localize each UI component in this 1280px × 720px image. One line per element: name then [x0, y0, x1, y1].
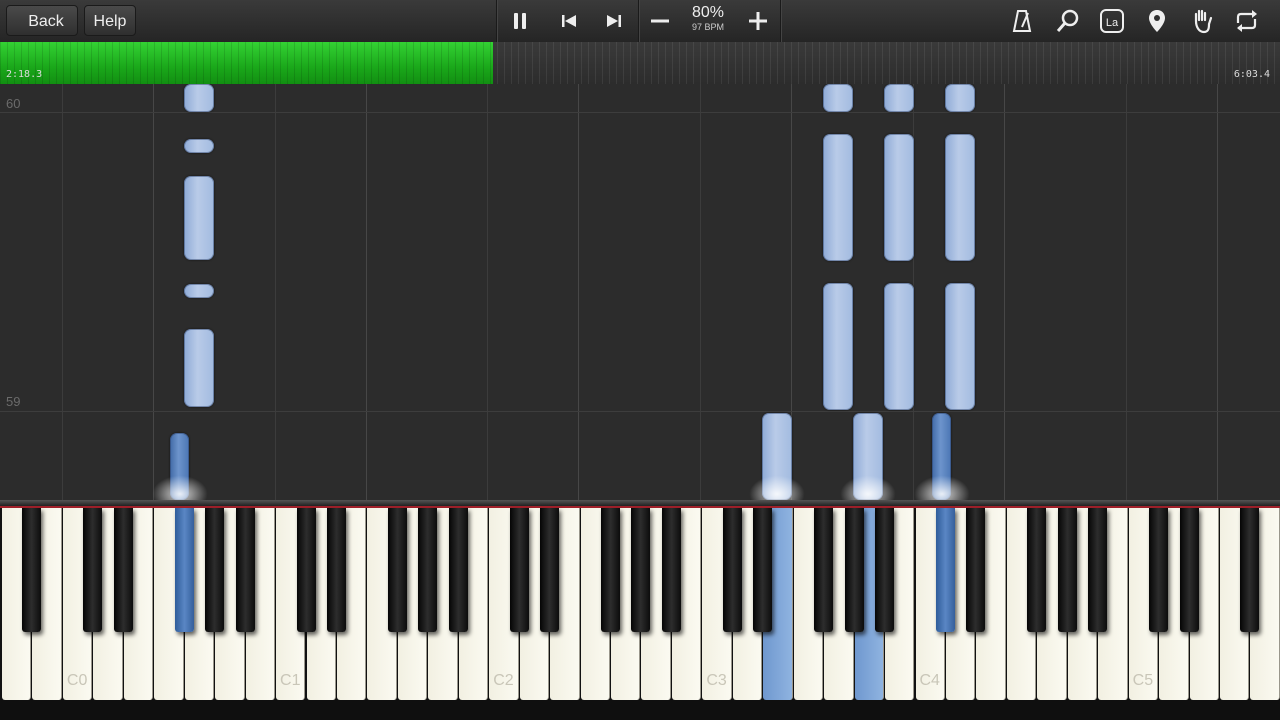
black-key[interactable]	[1179, 508, 1199, 632]
hand-icon[interactable]	[1188, 7, 1216, 35]
black-key[interactable]	[1057, 508, 1077, 632]
black-key[interactable]	[966, 508, 986, 632]
grid-line	[1217, 84, 1218, 500]
measure-line	[0, 112, 1280, 113]
note-bar	[823, 134, 853, 261]
total-time: 6:03.4	[1233, 69, 1270, 80]
grid-line	[1004, 84, 1005, 500]
location-pin-icon[interactable]	[1143, 7, 1171, 35]
octave-label: C1	[280, 672, 301, 689]
tempo-display: 80% 97 BPM	[684, 4, 732, 33]
black-key[interactable]	[1240, 508, 1260, 632]
minus-icon[interactable]	[646, 7, 674, 35]
metronome-icon[interactable]	[1008, 7, 1036, 35]
black-key[interactable]	[296, 508, 316, 632]
keyboard-bottom-rail	[0, 700, 1280, 720]
help-button[interactable]: Help	[84, 5, 136, 36]
note-bar	[945, 84, 975, 112]
skip-back-icon[interactable]	[555, 7, 583, 35]
black-key[interactable]	[83, 508, 103, 632]
black-key[interactable]	[1149, 508, 1169, 632]
grid-line	[153, 84, 154, 500]
black-key[interactable]	[448, 508, 468, 632]
key-hit-glow	[912, 474, 972, 500]
black-key[interactable]	[814, 508, 834, 632]
black-key[interactable]	[844, 508, 864, 632]
pause-icon[interactable]	[506, 7, 534, 35]
black-key[interactable]	[722, 508, 742, 632]
black-key[interactable]	[601, 508, 620, 632]
loop-icon[interactable]	[1233, 7, 1261, 35]
toolbar-separator	[638, 0, 639, 42]
black-key[interactable]	[387, 508, 407, 632]
octave-label: C4	[919, 672, 940, 689]
note-bar	[945, 134, 975, 261]
black-key[interactable]	[1088, 508, 1108, 632]
note-bar	[184, 176, 214, 260]
note-bar	[184, 329, 214, 407]
label-icon[interactable]: La	[1098, 7, 1126, 35]
grid-line	[1126, 84, 1127, 500]
note-bar	[184, 139, 214, 153]
note-roll: 60 59	[0, 84, 1280, 500]
grid-line	[700, 84, 701, 500]
search-icon[interactable]	[1054, 7, 1082, 35]
note-bar	[884, 84, 914, 112]
black-key[interactable]	[935, 508, 955, 632]
piano-keyboard[interactable]: C0 C1 C2 C3 C4 C5	[0, 500, 1280, 720]
black-key[interactable]	[661, 508, 681, 632]
octave-label: C2	[493, 672, 514, 689]
black-key[interactable]	[753, 508, 773, 632]
grid-line	[366, 84, 367, 500]
toolbar: Back Help 80% 97 BPM La	[0, 0, 1280, 43]
tempo-percent: 80%	[691, 4, 725, 21]
key-hit-glow	[838, 474, 898, 500]
measure-number: 59	[6, 394, 21, 409]
octave-label: C3	[706, 672, 727, 689]
octave-label: C5	[1132, 672, 1154, 689]
note-bar	[823, 283, 853, 410]
grid-line	[578, 84, 579, 500]
note-bar	[884, 283, 914, 410]
grid-line	[275, 84, 276, 500]
note-bar	[945, 283, 975, 410]
measure-number: 60	[6, 96, 21, 111]
note-bar	[184, 284, 214, 298]
black-key[interactable]	[1027, 508, 1047, 632]
black-key[interactable]	[326, 508, 346, 632]
measure-line	[0, 411, 1280, 412]
plus-icon[interactable]	[744, 7, 772, 35]
note-bar	[184, 84, 214, 112]
grid-line	[487, 84, 488, 500]
note-bar	[823, 84, 853, 112]
song-progress-bar[interactable]: 2:18.3 6:03.4	[0, 42, 1280, 84]
black-key[interactable]	[540, 508, 560, 632]
tempo-bpm: 97 BPM	[691, 22, 724, 32]
back-button[interactable]: Back	[6, 5, 78, 36]
black-key[interactable]	[875, 508, 895, 632]
skip-forward-icon[interactable]	[600, 7, 628, 35]
progress-fill	[0, 42, 493, 84]
black-key[interactable]	[174, 508, 194, 632]
svg-text:La: La	[1106, 17, 1119, 29]
black-key[interactable]	[509, 508, 529, 632]
black-key[interactable]	[205, 508, 225, 632]
toolbar-separator	[780, 0, 781, 42]
elapsed-time: 2:18.3	[6, 69, 43, 80]
black-key[interactable]	[631, 508, 651, 632]
keyboard-top-rail	[0, 500, 1280, 508]
key-hit-glow	[150, 474, 210, 500]
black-key[interactable]	[113, 508, 133, 632]
note-bar	[884, 134, 914, 261]
key-hit-glow	[747, 474, 807, 500]
toolbar-separator	[496, 0, 497, 42]
black-key[interactable]	[22, 508, 42, 632]
octave-label: C0	[66, 672, 88, 689]
black-key[interactable]	[235, 508, 255, 632]
black-key[interactable]	[418, 508, 438, 632]
grid-line	[62, 84, 63, 500]
